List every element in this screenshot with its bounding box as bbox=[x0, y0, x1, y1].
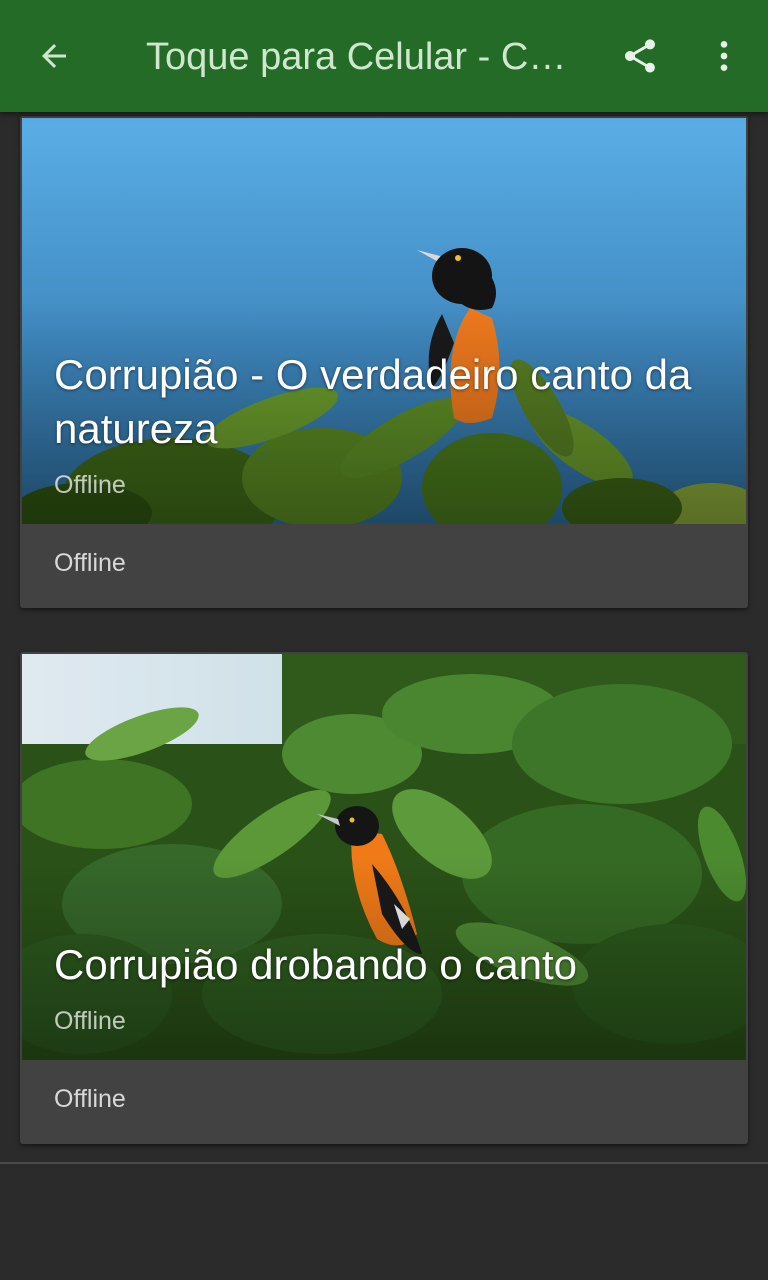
card-footer-text: Offline bbox=[54, 1085, 126, 1113]
page-title: Toque para Celular - Corrupião bbox=[146, 36, 576, 78]
app-bar: Toque para Celular - Corrupião bbox=[0, 0, 768, 112]
card-subtitle: Offline bbox=[54, 471, 126, 499]
card-footer-text: Offline bbox=[54, 549, 126, 577]
card-title: Corrupião drobando o canto bbox=[54, 941, 578, 988]
back-button[interactable] bbox=[26, 30, 82, 82]
more-vertical-icon bbox=[720, 41, 728, 71]
overflow-menu-button[interactable] bbox=[700, 30, 748, 82]
card-title: Corrupião - O verdadeiro canto da nature… bbox=[54, 351, 692, 452]
card-image[interactable]: Corrupião drobando o canto Offline bbox=[22, 654, 746, 1060]
back-arrow-icon bbox=[42, 44, 66, 68]
bird-photo-image bbox=[22, 654, 746, 1060]
card-image[interactable]: Corrupião - O verdadeiro canto da nature… bbox=[22, 118, 746, 524]
list-divider bbox=[0, 1162, 768, 1164]
bird-photo-image bbox=[22, 118, 746, 524]
card-subtitle: Offline bbox=[54, 1007, 126, 1035]
share-button[interactable] bbox=[614, 30, 666, 82]
share-icon bbox=[625, 39, 655, 73]
video-card[interactable]: Corrupião drobando o canto Offline Offli… bbox=[20, 652, 748, 1144]
video-card[interactable]: Corrupião - O verdadeiro canto da nature… bbox=[20, 116, 748, 608]
